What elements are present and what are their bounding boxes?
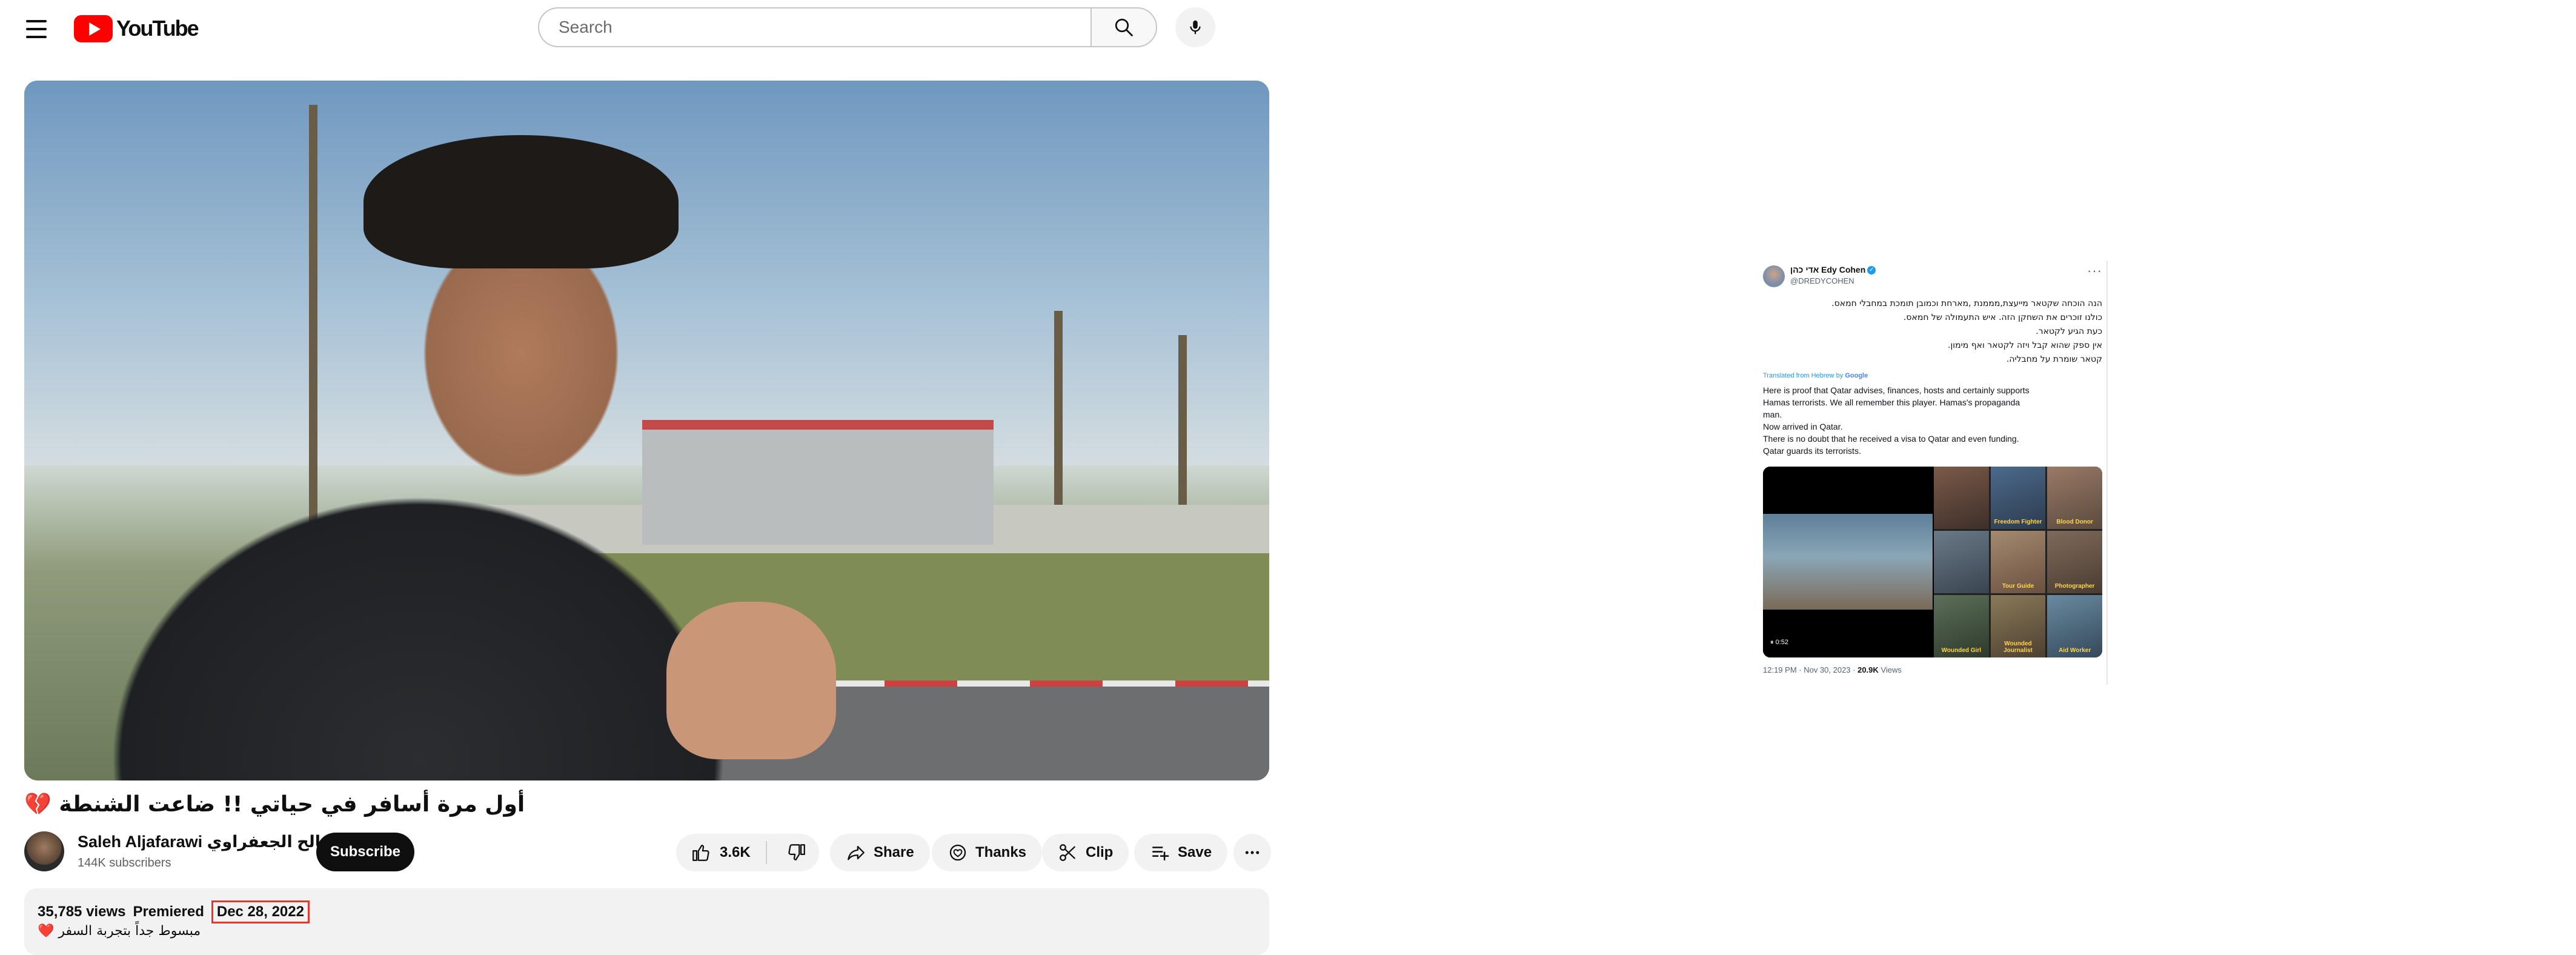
channel-avatar[interactable] [24, 831, 64, 871]
like-count: 3.6K [720, 844, 751, 860]
tweet-hebrew-line: הנה הוכחה שקטאר מייעצת,מממנת ,מארחת וכמו… [1831, 299, 2102, 308]
grid-tile: Wounded Girl [1934, 595, 1989, 657]
like-divider [766, 841, 768, 864]
tweet-hebrew-line: כולנו זוכרים את השחקן הזה. איש התעמולה ש… [1903, 313, 2102, 322]
playlist-add-icon [1152, 847, 1169, 860]
share-button[interactable]: Share [830, 834, 930, 871]
grid-tile: Aid Worker [2047, 595, 2102, 657]
tweet-media[interactable]: ⏸ 0:52 Freedom Fighter Blood Donor Tour … [1763, 467, 2102, 657]
save-label: Save [1178, 844, 1212, 860]
like-button[interactable]: 3.6K [676, 834, 759, 871]
grid-tile [1934, 467, 1989, 529]
tweet-image-grid: Freedom Fighter Blood Donor Tour Guide P… [1934, 467, 2102, 657]
tweet-timestamp: 12:19 PM · Nov 30, 2023 · 20.9K Views [1763, 665, 1902, 674]
premiered-label: Premiered [133, 903, 204, 920]
dislike-button[interactable] [774, 834, 819, 871]
video-title: أول مرة أسافر في حياتي !! ضاعت الشنطة 💔 [24, 792, 525, 817]
grid-tile-label: Wounded Journalist [2003, 641, 2033, 654]
search-button[interactable] [1090, 7, 1157, 47]
thanks-icon [949, 844, 966, 861]
menu-button[interactable] [18, 11, 55, 47]
video-frame-hand [666, 602, 836, 759]
translation-note[interactable]: Translated from Hebrew by Google [1763, 372, 1868, 379]
tweet-english-line: Now arrived in Qatar. [1763, 422, 1843, 431]
menu-bar [26, 36, 47, 38]
share-label: Share [874, 844, 914, 860]
grid-tile-label: Aid Worker [2059, 647, 2091, 654]
tweet-english-text: Here is proof that Qatar advises, financ… [1763, 384, 2102, 457]
tweet-english-line: Qatar guards its terrorists. [1763, 446, 1861, 456]
premiere-date: Dec 28, 2022 [211, 900, 310, 923]
share-icon [848, 845, 865, 860]
logo-text: YouTube [116, 16, 199, 41]
youtube-logo[interactable]: YouTube [74, 15, 199, 42]
scissors-icon [1060, 844, 1076, 861]
search-input[interactable] [557, 17, 1090, 38]
like-dislike-group: 3.6K [676, 834, 819, 871]
grid-tile-label: Photographer [2054, 583, 2095, 590]
tweet-hebrew-line: כעת הגיע לקטאר. [2036, 327, 2102, 336]
grid-tile-label: Tour Guide [2002, 583, 2034, 590]
tweet-more-icon[interactable]: ··· [2087, 263, 2102, 279]
video-player[interactable] [24, 81, 1269, 780]
tweet-hebrew-line: אין ספק שהוא קבל ויזה לקטאר ואף מימון. [1948, 341, 2102, 350]
grid-tile-label: Freedom Fighter [1994, 519, 2042, 525]
grid-tile: Blood Donor [2047, 467, 2102, 529]
tweet-english-line: Hamas terrorists. We all remember this p… [1763, 398, 2020, 407]
more-actions-button[interactable] [1233, 834, 1271, 871]
save-button[interactable]: Save [1134, 834, 1228, 871]
tweet-author-handle: @DREDYCOHEN [1790, 276, 1854, 285]
tweet-english-line: There is no doubt that he received a vis… [1763, 434, 2019, 444]
clip-label: Clip [1086, 844, 1114, 860]
tweet-views-label: Views [1881, 665, 1902, 674]
tweet-view-count: 20.9K [1857, 665, 1879, 674]
voice-search-button[interactable] [1175, 7, 1215, 47]
tweet-time: 12:19 PM · Nov 30, 2023 · [1763, 665, 1856, 674]
thanks-label: Thanks [975, 844, 1027, 860]
tweet-author-name-text: אדי כהן Edy Cohen [1790, 265, 1866, 275]
translation-prefix: Translated from Hebrew by [1763, 372, 1844, 379]
youtube-play-icon [74, 15, 113, 42]
description-text: مبسوط جداً بتجربة السفر ❤️ [38, 923, 201, 939]
tweet-video[interactable]: ⏸ 0:52 [1763, 467, 1933, 657]
thumbs-down-icon [788, 844, 805, 861]
thumbs-up-icon [692, 844, 709, 861]
tweet-hebrew-line: קטאר שומרת על מחבליה. [2006, 354, 2102, 364]
search-box[interactable] [538, 7, 1090, 47]
channel-name[interactable]: Saleh Aljafarawi صالح الجعفراوي [78, 833, 337, 851]
subscriber-count: 144K subscribers [78, 856, 171, 870]
grid-tile: Photographer [2047, 531, 2102, 593]
search-icon [1115, 18, 1133, 36]
menu-bar [26, 28, 47, 30]
menu-bar [26, 20, 47, 22]
grid-tile-label: Wounded Girl [1941, 647, 1982, 654]
clip-button[interactable]: Clip [1042, 834, 1129, 871]
video-duration-text: 0:52 [1775, 639, 1788, 646]
tweet-video-frame [1763, 514, 1933, 610]
grid-tile: Freedom Fighter [1990, 467, 2046, 529]
tweet-english-line: Here is proof that Qatar advises, financ… [1763, 385, 2030, 395]
verified-badge-icon: ✓ [1867, 266, 1876, 275]
view-count: 35,785 views [38, 903, 126, 920]
grid-tile: Tour Guide [1990, 531, 2046, 593]
microphone-icon [1190, 20, 1201, 35]
tweet-hebrew-text: הנה הוכחה שקטאר מייעצת,מממנת ,מארחת וכמו… [1763, 297, 2102, 367]
more-horizontal-icon [1245, 851, 1260, 854]
grid-tile [1934, 531, 1989, 593]
tweet-author-avatar[interactable] [1763, 265, 1785, 287]
grid-tile-label: Blood Donor [2056, 519, 2093, 525]
tweet-english-line: man. [1763, 410, 1782, 419]
video-frame-hair [363, 135, 679, 268]
description-meta: 35,785 views Premiered Dec 28, 2022 [38, 900, 310, 923]
tweet-author-name[interactable]: אדי כהן Edy Cohen ✓ [1790, 265, 1876, 275]
grid-tile: Wounded Journalist [1990, 595, 2046, 657]
thanks-button[interactable]: Thanks [932, 834, 1043, 871]
subscribe-button[interactable]: Subscribe [316, 833, 414, 871]
google-brand: Google [1845, 372, 1868, 379]
video-duration: ⏸ 0:52 [1770, 639, 1788, 646]
